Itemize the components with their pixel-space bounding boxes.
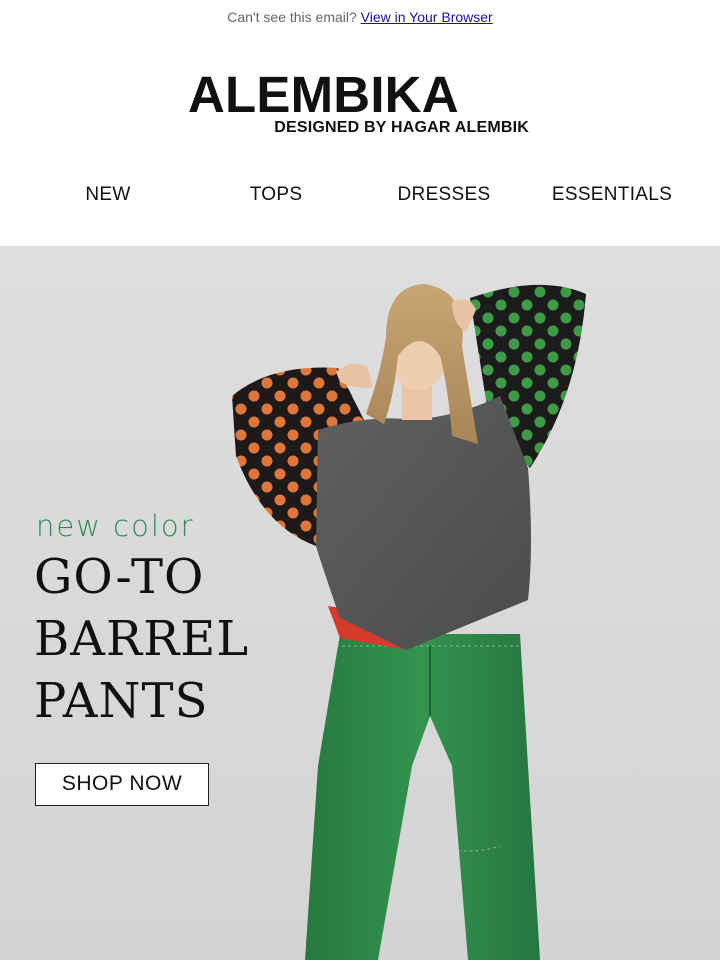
preheader: Can't see this email? View in Your Brows… [0, 9, 720, 25]
hero-banner[interactable]: new color GO-TO BARREL PANTS SHOP NOW [0, 246, 720, 960]
nav-item-dresses[interactable]: DRESSES [360, 182, 528, 210]
main-nav: NEW TOPS DRESSES ESSENTIALS [24, 182, 696, 210]
brand-logo[interactable]: ALEMBIKA DESIGNED BY HAGAR ALEMBIK [188, 66, 533, 137]
brand-name: ALEMBIKA [188, 66, 459, 123]
preheader-text: Can't see this email? [227, 9, 357, 25]
view-in-browser-link[interactable]: View in Your Browser [361, 9, 493, 25]
headline-line-1: GO-TO [34, 549, 205, 605]
hero-eyebrow: new color [36, 509, 195, 543]
nav-item-essentials[interactable]: ESSENTIALS [528, 182, 696, 210]
hero-headline: GO-TO BARREL PANTS [34, 546, 249, 732]
nav-item-tops[interactable]: TOPS [192, 182, 360, 210]
shop-now-button[interactable]: SHOP NOW [35, 763, 209, 806]
headline-line-2: BARREL [34, 611, 250, 667]
headline-line-3: PANTS [34, 673, 209, 729]
nav-item-new[interactable]: NEW [24, 182, 192, 210]
